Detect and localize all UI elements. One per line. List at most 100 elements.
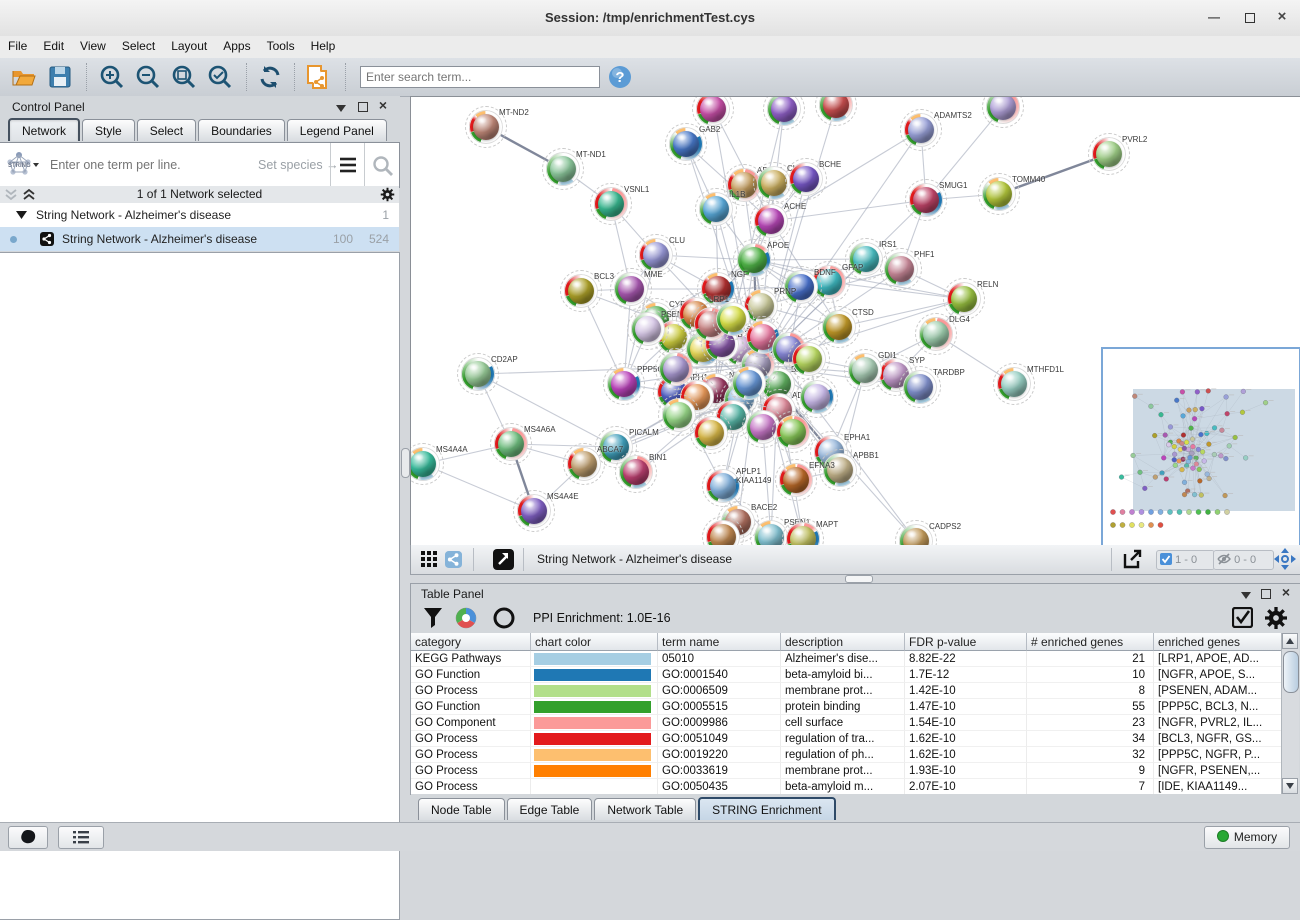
protein-node-ms4a4e[interactable]: MS4A4E [513, 490, 555, 532]
refresh-icon[interactable] [256, 63, 284, 91]
zoom-fit-icon[interactable] [170, 63, 198, 91]
close-button[interactable]: × [1274, 10, 1290, 26]
table-cell[interactable]: [PSENEN, ADAM... [1154, 683, 1282, 699]
protein-node-adamts2[interactable]: ADAMTS2 [900, 109, 942, 151]
protein-node[interactable] [690, 412, 732, 454]
memory-button[interactable]: Memory [1204, 826, 1290, 849]
table-cell[interactable]: KEGG Pathways [411, 651, 531, 667]
table-cell[interactable]: 1.47E-10 [905, 699, 1027, 715]
filter-funnel-icon[interactable] [423, 607, 443, 629]
zoom-selected-icon[interactable] [206, 63, 234, 91]
open-session-icon[interactable] [10, 63, 38, 91]
protein-node[interactable] [815, 96, 857, 126]
share-view-icon[interactable] [445, 551, 462, 568]
chart-ring-icon[interactable] [493, 607, 515, 629]
task-list-button[interactable] [58, 826, 104, 849]
table-cell[interactable]: [BCL3, NGFR, GS... [1154, 731, 1282, 747]
table-cell[interactable]: GO:0050435 [658, 779, 781, 794]
table-close-icon[interactable]: × [1279, 586, 1293, 600]
table-cell[interactable]: 1.62E-10 [905, 731, 1027, 747]
menu-view[interactable]: View [72, 36, 114, 53]
tab-legend-panel[interactable]: Legend Panel [287, 119, 387, 141]
network-navigator[interactable] [1101, 347, 1300, 547]
protein-node-tardbp[interactable]: TARDBP [899, 366, 941, 408]
table-tab-edge-table[interactable]: Edge Table [507, 798, 593, 820]
string-menu-icon[interactable] [338, 156, 358, 174]
scroll-thumb[interactable] [1283, 651, 1299, 693]
table-cell[interactable] [531, 731, 658, 747]
table-cell[interactable]: regulation of tra... [781, 731, 905, 747]
menu-layout[interactable]: Layout [163, 36, 215, 53]
menu-apps[interactable]: Apps [215, 36, 258, 53]
menu-select[interactable]: Select [114, 36, 163, 53]
table-cell[interactable] [531, 651, 658, 667]
protein-node-ms4a4a[interactable]: MS4A4A [410, 443, 444, 485]
network-collection-row[interactable]: String Network - Alzheimer's disease 1 [0, 203, 399, 227]
protein-node-efna3[interactable]: EFNA3 [775, 459, 817, 501]
column-header-term-name[interactable]: term name [658, 633, 781, 651]
export-network-icon[interactable] [1121, 548, 1143, 570]
dock-panel-icon[interactable] [356, 99, 370, 113]
menu-help[interactable]: Help [303, 36, 344, 53]
table-cell[interactable] [531, 747, 658, 763]
close-panel-icon[interactable]: × [376, 99, 390, 113]
scroll-up-button[interactable] [1282, 633, 1298, 649]
table-cell[interactable]: protein binding [781, 699, 905, 715]
table-cell[interactable] [531, 715, 658, 731]
protein-node-bcl3[interactable]: BCL3 [560, 270, 602, 312]
table-cell[interactable]: 8.82E-22 [905, 651, 1027, 667]
table-cell[interactable]: beta-amyloid m... [781, 779, 905, 794]
node-view-button[interactable] [8, 826, 48, 849]
protein-node[interactable] [788, 338, 830, 380]
protein-node-pvrl2[interactable]: PVRL2 [1088, 133, 1130, 175]
table-cell[interactable]: GO:0001540 [658, 667, 781, 683]
table-cell[interactable]: GO Process [411, 779, 531, 794]
table-cell[interactable]: 2.07E-10 [905, 779, 1027, 794]
minimize-button[interactable]: — [1206, 10, 1222, 26]
zoom-out-icon[interactable] [134, 63, 162, 91]
table-cell[interactable]: [PPP5C, NGFR, P... [1154, 747, 1282, 763]
protein-node-ache[interactable]: ACHE [750, 200, 792, 242]
column-header-FDR-p-value[interactable]: FDR p-value [905, 633, 1027, 651]
table-cell[interactable]: 1.7E-12 [905, 667, 1027, 683]
table-cell[interactable]: [PPP5C, BCL3, N... [1154, 699, 1282, 715]
table-cell[interactable]: 32 [1027, 747, 1154, 763]
string-query-input[interactable] [48, 153, 252, 177]
table-cell[interactable]: GO:0006509 [658, 683, 781, 699]
column-header-description[interactable]: description [781, 633, 905, 651]
table-cell[interactable]: 05010 [658, 651, 781, 667]
column-header-chart-color[interactable]: chart color [531, 633, 658, 651]
protein-node-mt-nd2[interactable]: MT-ND2 [465, 106, 507, 148]
table-cell[interactable]: 8 [1027, 683, 1154, 699]
table-float-icon[interactable] [1239, 589, 1253, 603]
table-cell[interactable]: 1.42E-10 [905, 683, 1027, 699]
tab-network[interactable]: Network [8, 118, 80, 141]
enrichment-table[interactable]: categorychart colorterm namedescriptionF… [411, 633, 1299, 794]
table-cell[interactable]: 34 [1027, 731, 1154, 747]
table-cell[interactable]: 1.62E-10 [905, 747, 1027, 763]
table-cell[interactable] [531, 683, 658, 699]
column-header-category[interactable]: category [411, 633, 531, 651]
select-columns-icon[interactable] [1232, 607, 1253, 628]
table-cell[interactable]: 1.54E-10 [905, 715, 1027, 731]
protein-node-tomm40[interactable]: TOMM40 [978, 173, 1020, 215]
protein-node-gdi1[interactable]: GDI1 [844, 349, 886, 391]
protein-node[interactable] [702, 516, 744, 547]
table-cell[interactable]: 10 [1027, 667, 1154, 683]
table-cell[interactable]: GO:0009986 [658, 715, 781, 731]
protein-node-bche[interactable]: BCHE [785, 158, 827, 200]
protein-node-mthfd1l[interactable]: MTHFD1L [993, 363, 1035, 405]
table-vertical-scrollbar[interactable] [1281, 633, 1299, 794]
tab-select[interactable]: Select [137, 119, 196, 141]
table-cell[interactable]: GO Process [411, 747, 531, 763]
table-cell[interactable]: Alzheimer's dise... [781, 651, 905, 667]
table-cell[interactable]: GO:0051049 [658, 731, 781, 747]
protein-node[interactable] [796, 376, 838, 418]
table-cell[interactable]: membrane prot... [781, 683, 905, 699]
chart-donut-icon[interactable] [455, 607, 477, 629]
string-logo-icon[interactable]: STRING [6, 151, 40, 179]
protein-node-cd2ap[interactable]: CD2AP [457, 353, 499, 395]
zoom-in-icon[interactable] [98, 63, 126, 91]
network-options-gear-icon[interactable] [380, 187, 395, 202]
pan-compass-icon[interactable] [1274, 548, 1296, 570]
